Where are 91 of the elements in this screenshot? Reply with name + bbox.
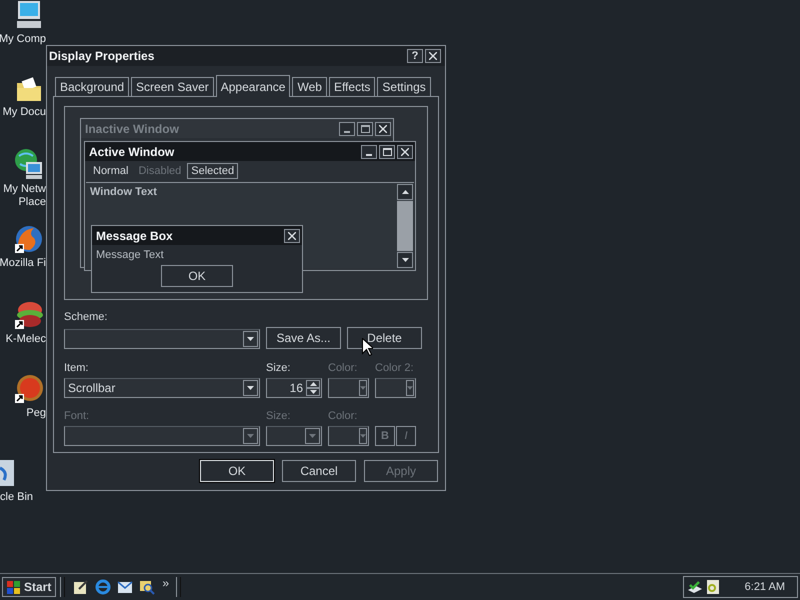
network-tray-icon[interactable]: [686, 579, 703, 595]
color-picker[interactable]: [328, 378, 369, 398]
tab[interactable]: Background: [55, 77, 130, 96]
minimize-button[interactable]: [361, 144, 377, 158]
maximize-icon: [382, 148, 392, 156]
icon-label: My Docu: [2, 106, 46, 119]
field-value: Scrollbar: [67, 381, 116, 395]
icon-label: Mozilla Fi: [0, 257, 46, 270]
message-text: Message Text: [95, 248, 165, 263]
window-title: Active Window: [89, 144, 176, 158]
menu-item[interactable]: Selected: [187, 163, 238, 179]
down-arrow-icon: [402, 258, 408, 262]
up-arrow-icon: [310, 382, 316, 386]
ok-button[interactable]: OK: [161, 265, 233, 287]
field-label: Font:: [64, 410, 90, 424]
dropdown[interactable]: [266, 426, 322, 446]
close-button[interactable]: [284, 228, 300, 242]
color-picker[interactable]: [328, 426, 369, 446]
close-button[interactable]: [425, 49, 441, 63]
field-label: Color:: [328, 362, 358, 376]
recycle-bin-icon[interactable]: [0, 458, 14, 488]
clock: 6:21 AM: [744, 581, 785, 593]
melon-icon[interactable]: [14, 300, 44, 330]
icon-label: Place: [18, 196, 46, 209]
maximize-button[interactable]: [357, 122, 373, 136]
tab[interactable]: Appearance: [216, 75, 290, 97]
field-label: Size:: [266, 362, 292, 376]
dropdown[interactable]: Scrollbar: [64, 378, 260, 398]
up-arrow-icon: [402, 190, 408, 194]
window-title: Display Properties: [49, 49, 156, 63]
down-arrow-icon: [309, 434, 316, 438]
minimize-icon: [344, 130, 350, 132]
scheme-button[interactable]: Save As...: [266, 327, 341, 349]
field-value: 16: [288, 381, 304, 395]
start-button[interactable]: Start: [2, 577, 56, 597]
icon-label: My Netw: [3, 183, 46, 196]
menu-item[interactable]: Normal: [89, 163, 132, 179]
down-arrow-icon: [310, 390, 316, 394]
down-arrow-icon: [247, 337, 254, 341]
windows-logo-icon: [7, 580, 21, 594]
maximize-button[interactable]: [379, 144, 395, 158]
fox-globe-icon[interactable]: [14, 224, 44, 254]
field-label: Scheme:: [64, 311, 108, 325]
icon-label: Peg: [26, 407, 46, 420]
minimize-icon: [366, 154, 372, 156]
close-icon: [379, 124, 387, 132]
dropdown[interactable]: [64, 426, 260, 446]
down-arrow-icon: [407, 386, 413, 390]
window-text: Window Text: [90, 186, 157, 198]
spin-box[interactable]: 16: [266, 378, 322, 398]
search-icon[interactable]: [139, 579, 156, 595]
globe-e-icon[interactable]: [95, 579, 112, 595]
window-title: Inactive Window: [85, 122, 180, 136]
dialog-button[interactable]: OK: [200, 460, 274, 482]
icon-label: cle Bin: [0, 491, 34, 504]
field-label: Size:: [266, 410, 292, 424]
down-arrow-icon: [247, 434, 254, 438]
field-label: Color:: [328, 410, 358, 424]
globe-computer-icon[interactable]: [14, 148, 44, 180]
icon-label: My Comp: [0, 33, 46, 46]
tab[interactable]: Screen Saver: [131, 77, 214, 96]
tab[interactable]: Web: [292, 77, 327, 96]
folder-icon[interactable]: [15, 75, 43, 103]
close-button[interactable]: [397, 144, 413, 158]
envelope-icon[interactable]: [117, 579, 134, 595]
tab[interactable]: Settings: [377, 77, 431, 96]
window-title: Message Box: [96, 228, 174, 242]
down-arrow-icon: [360, 386, 366, 390]
maximize-icon: [360, 124, 370, 132]
close-icon: [429, 52, 437, 60]
dropdown[interactable]: [64, 329, 260, 349]
close-icon: [401, 148, 409, 156]
close-button[interactable]: [375, 122, 391, 136]
ball-icon[interactable]: [14, 374, 44, 404]
down-arrow-icon: [247, 386, 254, 390]
scheme-button[interactable]: Delete: [347, 327, 422, 349]
dialog-button[interactable]: Cancel: [282, 460, 356, 482]
notepad-icon[interactable]: [73, 579, 90, 595]
document-tray-icon[interactable]: [706, 579, 720, 595]
color-picker[interactable]: [375, 378, 416, 398]
help-button[interactable]: ?: [407, 49, 423, 63]
computer-icon[interactable]: [14, 0, 44, 30]
down-arrow-icon: [360, 434, 366, 438]
close-icon: [288, 232, 296, 240]
field-label: Color 2:: [375, 362, 415, 376]
tab[interactable]: Effects: [328, 77, 376, 96]
icon-label: K-Melec: [6, 333, 46, 346]
minimize-button[interactable]: [339, 122, 355, 136]
scrollbar[interactable]: [397, 184, 413, 268]
chevron-button[interactable]: »: [159, 576, 172, 590]
field-label: Item:: [64, 362, 90, 376]
